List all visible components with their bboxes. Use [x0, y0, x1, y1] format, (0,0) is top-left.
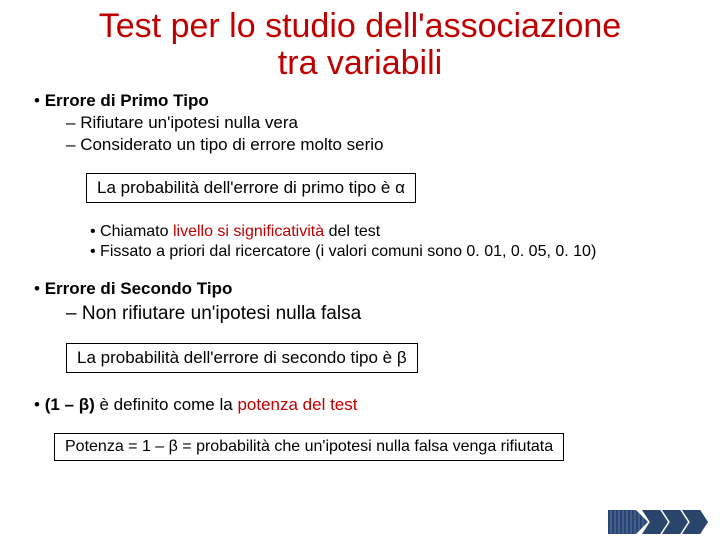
text: del test: [324, 223, 380, 240]
bullet-type2-sub1: Non rifiutare un'ipotesi nulla falsa: [66, 303, 696, 325]
bullet-type2-heading: Errore di Secondo Tipo: [34, 279, 696, 299]
title-line-2: tra variabili: [278, 44, 442, 82]
text: è definito come la: [95, 395, 238, 414]
box-beta: La probabilità dell'errore di secondo ti…: [66, 343, 418, 373]
title-line-1: Test per lo studio dell'associazione: [99, 7, 621, 45]
slide-title: Test per lo studio dell'associazione tra…: [0, 0, 720, 87]
chevron-icon: [608, 510, 648, 534]
highlight-significance: livello si significatività: [173, 223, 324, 240]
box-power: Potenza = 1 – β = probabilità che un'ipo…: [54, 433, 564, 461]
bullet-power: (1 – β) è definito come la potenza del t…: [34, 395, 696, 415]
highlight-power: potenza del test: [237, 395, 357, 414]
bullet-type1-sub1: Rifiutare un'ipotesi nulla vera: [66, 113, 696, 133]
bullet-type1-heading: Errore di Primo Tipo: [34, 91, 696, 111]
bullet-type1-sub2: Considerato un tipo di errore molto seri…: [66, 135, 696, 155]
text: Chiamato: [100, 223, 173, 240]
box-alpha: La probabilità dell'errore di primo tipo…: [86, 173, 416, 203]
text: (1 – β): [45, 395, 95, 414]
bullet-type1-note2: Fissato a priori dal ricercatore (i valo…: [90, 243, 696, 261]
footer-decoration: [608, 510, 708, 534]
bullet-type1-note1: Chiamato livello si significatività del …: [90, 223, 696, 241]
slide-body: Errore di Primo Tipo Rifiutare un'ipotes…: [0, 91, 720, 467]
